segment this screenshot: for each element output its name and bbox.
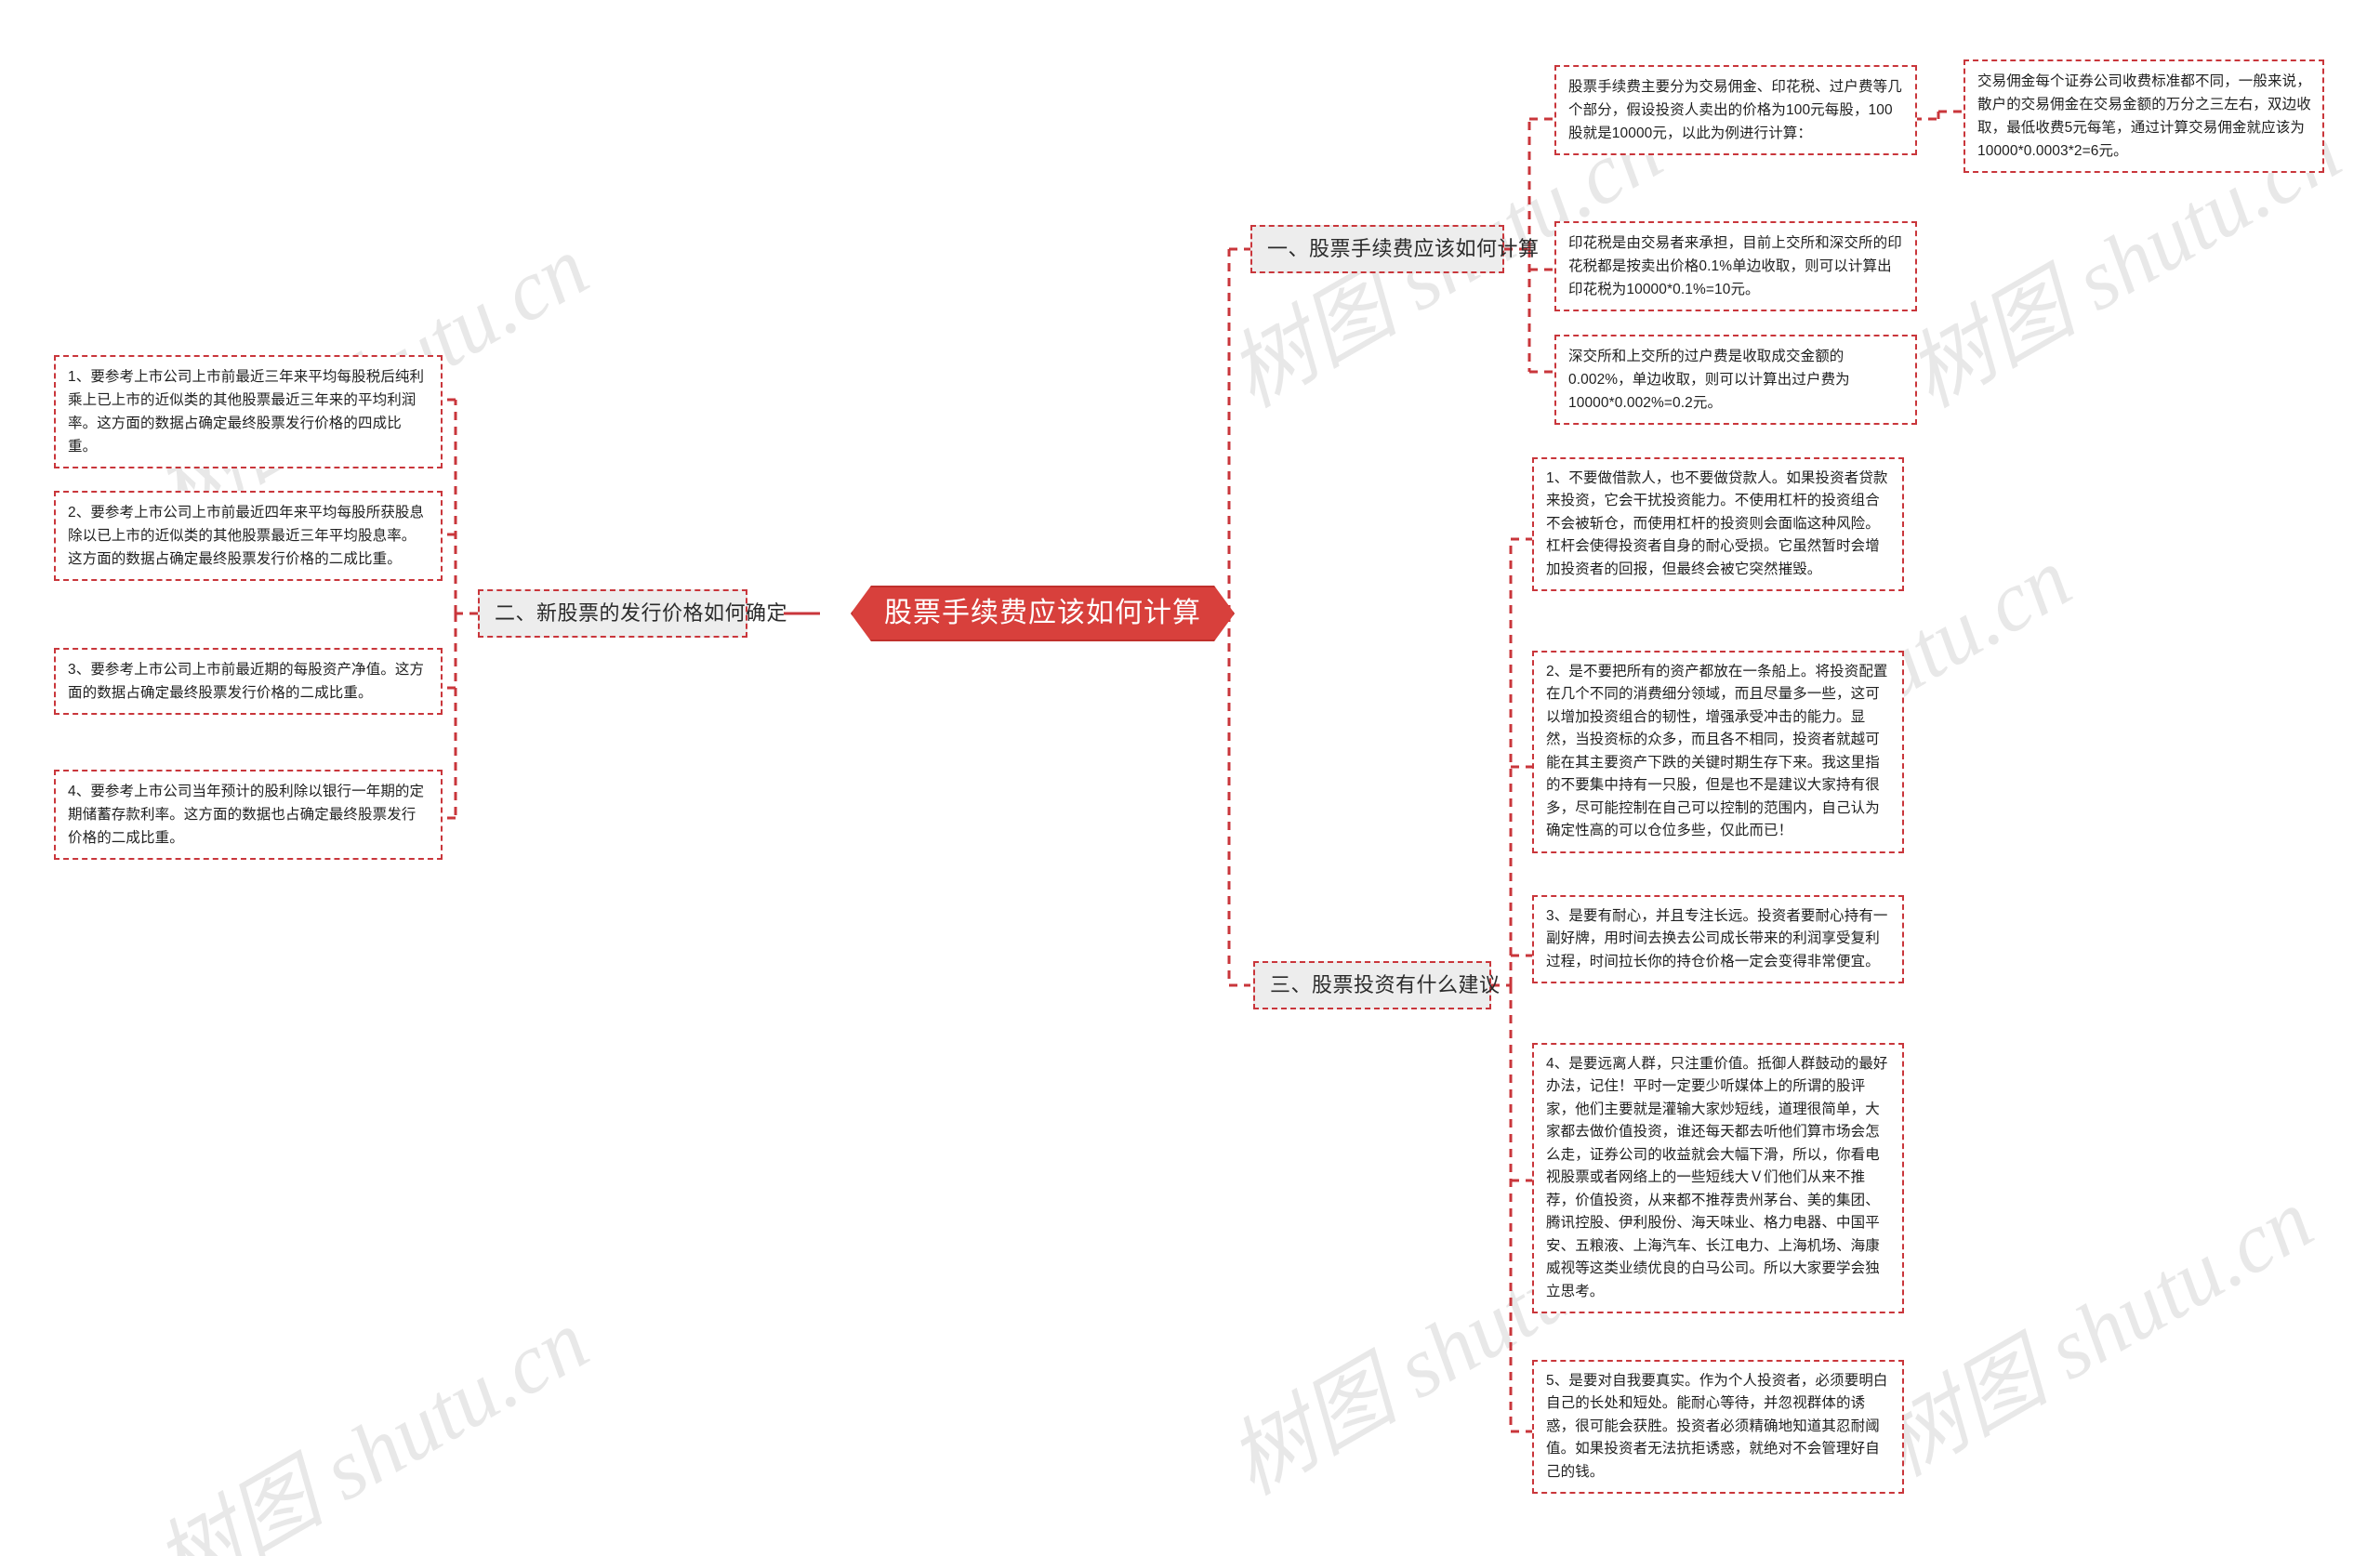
- leaf-transfer-fee[interactable]: 深交所和上交所的过户费是收取成交金额的0.002%，单边收取，则可以计算出过户费…: [1554, 335, 1917, 426]
- leaf-stamp-duty[interactable]: 印花税是由交易者来承担，目前上交所和深交所的印花税都是按卖出价格0.1%单边收取…: [1554, 221, 1917, 312]
- leaf-advice-2[interactable]: 2、是不要把所有的资产都放在一条船上。将投资配置在几个不同的消费细分领域，而且尽…: [1532, 651, 1904, 853]
- branch-label-3: 三、股票投资有什么建议: [1270, 973, 1501, 997]
- leaf-text: 1、不要做借款人，也不要做贷款人。如果投资者贷款来投资，它会干扰投资能力。不使用…: [1546, 470, 1888, 577]
- leaf-text: 交易佣金每个证券公司收费标准都不同，一般来说，散户的交易佣金在交易金额的万分之三…: [1977, 73, 2311, 160]
- watermark: 树图 shutu.cn: [1864, 1171, 2328, 1494]
- branch-label-2: 二、新股票的发行价格如何确定: [495, 601, 788, 626]
- leaf-advice-5[interactable]: 5、是要对自我要真实。作为个人投资者，必须要明白自己的长处和短处。能耐心等待，并…: [1532, 1360, 1904, 1495]
- leaf-text: 4、是要远离人群，只注重价值。抵御人群鼓动的最好办法，记住！平时一定要少听媒体上…: [1546, 1056, 1888, 1299]
- leaf-text: 5、是要对自我要真实。作为个人投资者，必须要明白自己的长处和短处。能耐心等待，并…: [1546, 1373, 1888, 1480]
- branch-label-1: 一、股票手续费应该如何计算: [1267, 237, 1540, 261]
- branch-node-2[interactable]: 二、新股票的发行价格如何确定: [478, 589, 787, 638]
- branch-node-3[interactable]: 三、股票投资有什么建议: [1253, 961, 1500, 1009]
- mindmap-canvas: 树图 shutu.cn 树图 shutu.cn 树图 shutu.cn 树图 s…: [0, 0, 2380, 1556]
- leaf-text: 3、要参考上市公司上市前最近期的每股资产净值。这方面的数据占确定最终股票发行价格…: [68, 662, 425, 702]
- leaf-text: 1、要参考上市公司上市前最近三年来平均每股税后纯利乘上已上市的近似类的其他股票最…: [68, 369, 425, 455]
- watermark: 树图 shutu.cn: [139, 1292, 603, 1556]
- root-label: 股票手续费应该如何计算: [884, 598, 1201, 628]
- leaf-fee-intro[interactable]: 股票手续费主要分为交易佣金、印花税、过户费等几个部分，假设投资人卖出的价格为10…: [1554, 65, 1917, 156]
- leaf-text: 股票手续费主要分为交易佣金、印花税、过户费等几个部分，假设投资人卖出的价格为10…: [1568, 79, 1902, 142]
- root-node[interactable]: 股票手续费应该如何计算: [851, 586, 1235, 641]
- leaf-advice-4[interactable]: 4、是要远离人群，只注重价值。抵御人群鼓动的最好办法，记住！平时一定要少听媒体上…: [1532, 1043, 1904, 1314]
- leaf-price-2[interactable]: 2、要参考上市公司上市前最近四年来平均每股所获股息除以已上市的近似类的其他股票最…: [54, 491, 443, 582]
- leaf-text: 深交所和上交所的过户费是收取成交金额的0.002%，单边收取，则可以计算出过户费…: [1568, 349, 1850, 412]
- leaf-text: 4、要参考上市公司当年预计的股利除以银行一年期的定期储蓄存款利率。这方面的数据也…: [68, 784, 425, 847]
- branch-node-1[interactable]: 一、股票手续费应该如何计算: [1250, 225, 1539, 273]
- leaf-advice-1[interactable]: 1、不要做借款人，也不要做贷款人。如果投资者贷款来投资，它会干扰投资能力。不使用…: [1532, 457, 1904, 592]
- leaf-price-1[interactable]: 1、要参考上市公司上市前最近三年来平均每股税后纯利乘上已上市的近似类的其他股票最…: [54, 355, 443, 469]
- leaf-commission[interactable]: 交易佣金每个证券公司收费标准都不同，一般来说，散户的交易佣金在交易金额的万分之三…: [1964, 59, 2324, 174]
- leaf-price-3[interactable]: 3、要参考上市公司上市前最近期的每股资产净值。这方面的数据占确定最终股票发行价格…: [54, 648, 443, 716]
- leaf-text: 2、是不要把所有的资产都放在一条船上。将投资配置在几个不同的消费细分领域，而且尽…: [1546, 664, 1888, 839]
- leaf-text: 印花税是由交易者来承担，目前上交所和深交所的印花税都是按卖出价格0.1%单边收取…: [1568, 235, 1902, 298]
- leaf-advice-3[interactable]: 3、是要有耐心，并且专注长远。投资者要耐心持有一副好牌，用时间去换去公司成长带来…: [1532, 895, 1904, 984]
- leaf-price-4[interactable]: 4、要参考上市公司当年预计的股利除以银行一年期的定期储蓄存款利率。这方面的数据也…: [54, 770, 443, 861]
- leaf-text: 2、要参考上市公司上市前最近四年来平均每股所获股息除以已上市的近似类的其他股票最…: [68, 505, 425, 568]
- leaf-text: 3、是要有耐心，并且专注长远。投资者要耐心持有一副好牌，用时间去换去公司成长带来…: [1546, 908, 1888, 969]
